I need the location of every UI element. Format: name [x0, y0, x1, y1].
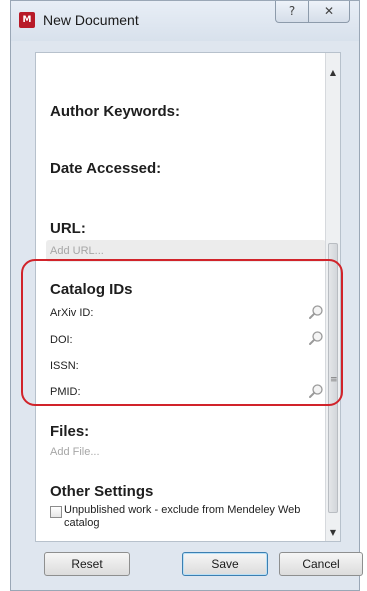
- cancel-button[interactable]: Cancel: [279, 552, 363, 576]
- add-file-link[interactable]: Add File...: [50, 446, 100, 458]
- dialog-title: New Document: [43, 12, 139, 28]
- date-accessed-label: Date Accessed:: [50, 160, 162, 177]
- arxiv-id-label[interactable]: ArXiv ID:: [50, 307, 93, 319]
- author-keywords-label: Author Keywords:: [50, 103, 181, 120]
- arxiv-lookup-icon[interactable]: [308, 304, 324, 320]
- title-bar: M New Document ? ✕: [11, 1, 359, 41]
- pmid-lookup-icon[interactable]: [308, 383, 324, 399]
- new-document-dialog: M New Document ? ✕ Author Keywords: Date…: [10, 0, 363, 591]
- mendeley-app-icon: M: [19, 12, 35, 28]
- url-label: URL:: [50, 220, 86, 237]
- help-button[interactable]: ?: [275, 1, 309, 23]
- grip-icon: ≡: [330, 375, 338, 385]
- doi-label[interactable]: DOI:: [50, 334, 73, 346]
- catalog-ids-heading: Catalog IDs: [50, 281, 133, 298]
- save-button[interactable]: Save: [182, 552, 268, 576]
- scroll-thumb[interactable]: ≡: [328, 243, 338, 513]
- url-input[interactable]: Add URL...: [46, 240, 326, 262]
- pmid-label[interactable]: PMID:: [50, 386, 81, 398]
- scroll-down-arrow-icon[interactable]: ▼: [326, 525, 340, 541]
- scroll-up-arrow-icon[interactable]: ▲: [326, 65, 340, 81]
- other-settings-heading: Other Settings: [50, 483, 154, 500]
- unpublished-checkbox[interactable]: [50, 506, 62, 518]
- reset-button[interactable]: Reset: [44, 552, 130, 576]
- vertical-scrollbar[interactable]: ▲ ≡ ▼: [325, 53, 340, 541]
- files-heading: Files:: [50, 423, 90, 440]
- close-button[interactable]: ✕: [308, 1, 350, 23]
- unpublished-checkbox-label[interactable]: Unpublished work - exclude from Mendeley…: [64, 504, 314, 530]
- doi-lookup-icon[interactable]: [308, 330, 324, 346]
- details-panel: Author Keywords: Date Accessed: URL: Add…: [35, 52, 341, 542]
- issn-label[interactable]: ISSN:: [50, 360, 79, 372]
